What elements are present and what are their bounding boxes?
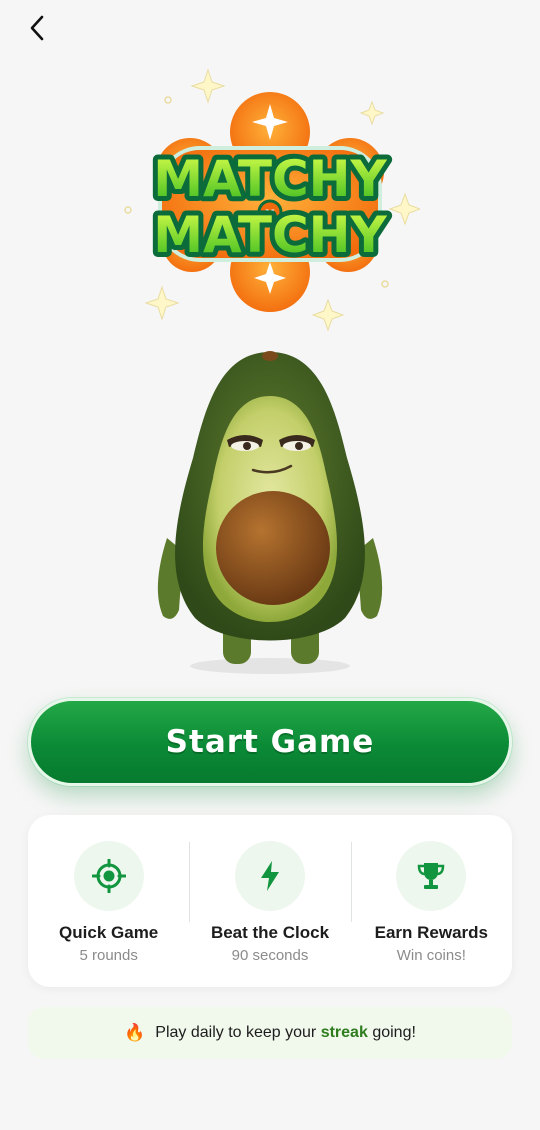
back-button[interactable] — [22, 12, 54, 44]
game-features-card: Quick Game 5 rounds Beat the Clock 90 se… — [28, 815, 512, 987]
streak-suffix: going! — [372, 1024, 416, 1041]
feature-title: Beat the Clock — [210, 923, 330, 942]
feature-subtitle: Win coins! — [396, 947, 466, 964]
streak-banner: 🔥 Play daily to keep your streak going! — [28, 1007, 512, 1059]
trophy-icon — [396, 841, 467, 911]
target-icon — [73, 841, 144, 911]
feature-beat-the-clock: Beat the Clock 90 seconds — [189, 815, 350, 987]
chevron-left-icon — [30, 15, 44, 41]
start-game-button[interactable]: Start Game — [28, 698, 512, 786]
feature-earn-rewards: Earn Rewards Win coins! — [350, 815, 512, 987]
feature-subtitle: 5 rounds — [79, 947, 138, 964]
logo-line2-fill: MATCHY — [153, 206, 387, 264]
streak-highlight: streak — [320, 1024, 368, 1041]
game-logo: MATCHY MATCHY x MATCHY MATCHY — [120, 62, 422, 338]
logo-line1-fill: MATCHY — [153, 150, 387, 208]
feature-quick-game: Quick Game 5 rounds — [28, 815, 189, 987]
fire-icon: 🔥 — [124, 1023, 146, 1042]
avocado-mascot — [145, 348, 395, 678]
streak-prefix: Play daily to keep your — [155, 1024, 317, 1041]
feature-subtitle: 90 seconds — [231, 947, 309, 964]
start-game-label: Start Game — [165, 724, 375, 760]
lightning-icon — [234, 841, 305, 911]
feature-title: Quick Game — [59, 923, 159, 942]
feature-title: Earn Rewards — [374, 923, 489, 942]
